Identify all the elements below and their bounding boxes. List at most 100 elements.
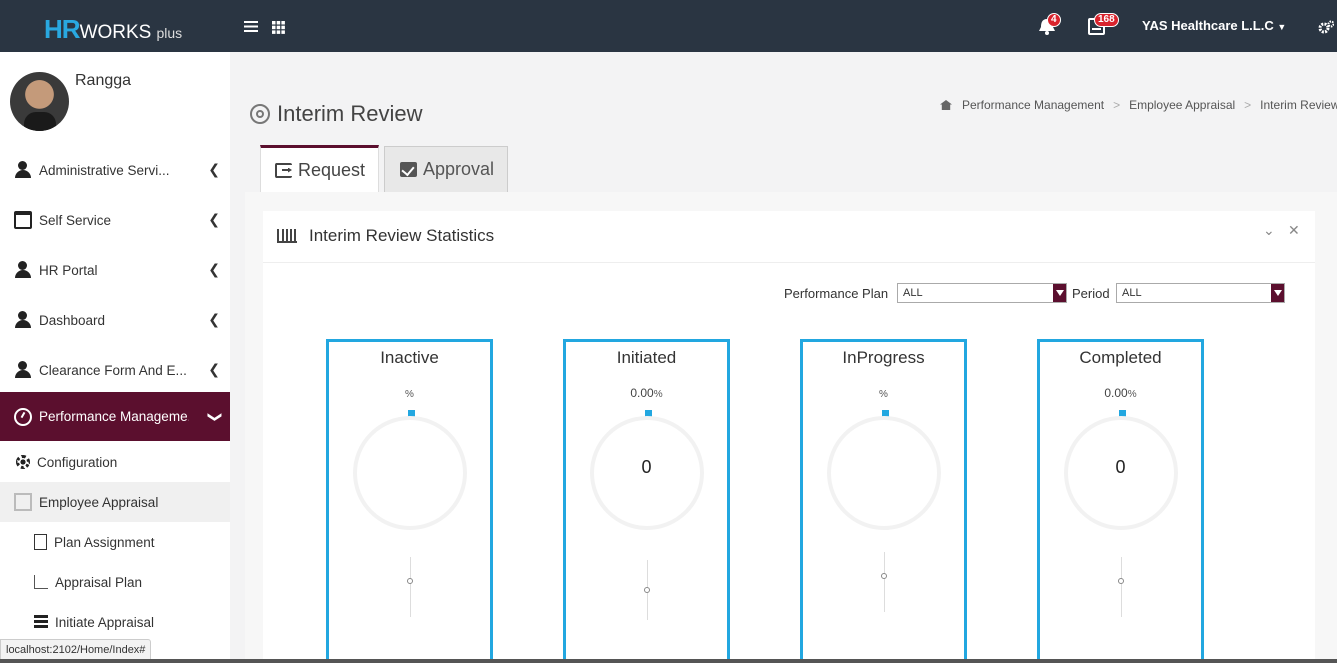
gift-icon [14,493,32,511]
performance-plan-select[interactable]: ALL [897,283,1067,303]
chevron-left-icon: ❮ [208,262,220,278]
check-square-icon [400,162,417,177]
panel-title: Interim Review Statistics [277,226,494,246]
collapse-icon[interactable]: ⌄ [1263,223,1275,239]
user-avatar[interactable] [10,72,69,131]
performance-plan-label: Performance Plan [784,286,889,301]
stat-percent-unit: % [879,389,888,400]
stat-percent: % [329,386,490,400]
stat-percent: 0.00% [1040,386,1201,400]
stat-point: 0 [1118,578,1124,584]
stat-title: Completed [1079,348,1162,367]
sidebar-item-clearance-form[interactable]: Clearance Form And E... ❮ [0,350,230,390]
period-value: ALL [1122,287,1142,299]
panel-header: Interim Review Statistics ⌄ ✕ [263,211,1315,263]
sidebar-subitem-configuration[interactable]: Configuration [0,442,230,482]
sign-in-icon [275,162,292,178]
hamburger-icon [244,21,258,32]
sidebar-item-dashboard[interactable]: Dashboard ❮ [0,300,230,340]
stat-title: Initiated [616,348,677,367]
stat-count: 0 [1115,457,1126,477]
stat-percent-value: 0.00 [630,386,654,400]
sidebar-subitem-label: Appraisal Plan [55,574,143,590]
stat-card-completed: Completed 0.00% 0 0 [1037,339,1204,663]
user-name: Rangga [75,72,132,89]
period-select[interactable]: ALL [1116,283,1285,303]
document-icon [34,534,47,550]
messages-badge: 168 [1094,13,1119,27]
stat-title: InProgress [842,348,925,367]
top-navbar: HRWORKS plus 4 168 YAS Healthcare L.L.C … [0,0,1337,52]
line-chart-icon [34,575,48,589]
gears-icon [1318,20,1335,34]
sidebar-subitem-appraisal-plan[interactable]: Appraisal Plan [0,562,230,602]
sidebar-item-self-service[interactable]: Self Service ❮ [0,200,230,240]
period-label: Period [1072,286,1110,301]
stat-count: 0 [641,457,652,477]
breadcrumb-item[interactable]: Performance Management [962,98,1104,112]
breadcrumb-separator: > [1244,98,1252,112]
dashboard-icon [14,407,32,426]
chevron-left-icon: ❮ [208,162,220,178]
page-title-text: Interim Review [277,101,423,126]
caret-down-icon [1271,284,1284,302]
messages-button[interactable]: 168 [1088,13,1119,40]
sidebar-item-hr-portal[interactable]: HR Portal ❮ [0,250,230,290]
breadcrumb-separator: > [1113,98,1121,112]
chevron-down-icon: ❮ [206,410,223,423]
breadcrumb-item[interactable]: Employee Appraisal [1129,98,1235,112]
sidebar-item-administrative-services[interactable]: Administrative Servi... ❮ [0,150,230,190]
sidebar-item-label: Self Service [39,212,112,228]
caret-down-icon: ▼ [1277,22,1287,32]
logo-works: WORKS [79,22,152,43]
logo-hr: HR [44,14,81,44]
tab-label: Approval [423,159,495,179]
stat-card-initiated: Initiated 0.00% 0 0 [563,339,730,663]
stat-point: 0 [881,573,887,579]
bar-chart-icon [277,229,297,243]
user-clearance-icon [14,361,32,379]
stat-card-inactive: Inactive % 0 [326,339,493,663]
stat-sparkline [410,557,411,617]
menu-toggle-button[interactable] [244,18,258,37]
sidebar-subitem-employee-appraisal[interactable]: Employee Appraisal [0,482,230,522]
home-icon[interactable] [940,100,952,110]
sidebar-subitem-plan-assignment[interactable]: Plan Assignment [0,522,230,562]
stat-percent-unit: % [1127,389,1137,400]
breadcrumb-item-current: Interim Review [1260,98,1337,112]
stat-percent-value: 0.00 [1104,386,1128,400]
list-icon [34,615,48,629]
sidebar-item-label: HR Portal [39,262,98,278]
user-icon [14,311,32,329]
performance-plan-value: ALL [903,287,923,299]
settings-button[interactable] [1318,19,1335,38]
user-tie-icon [14,261,32,279]
apps-grid-button[interactable] [272,19,285,38]
target-icon [250,104,270,124]
chevron-left-icon: ❮ [208,212,220,228]
tab-approval[interactable]: Approval [384,146,508,193]
stat-card-inprogress: InProgress % 0 [800,339,967,663]
notifications-button[interactable]: 4 [1037,13,1061,39]
sidebar-subitem-initiate-appraisal[interactable]: Initiate Appraisal [0,602,230,642]
stat-percent-unit: % [405,389,414,400]
notifications-badge: 4 [1047,13,1061,27]
window-icon [14,211,32,229]
sidebar-item-performance-management[interactable]: Performance Manageme... ❮ [0,392,230,441]
close-icon[interactable]: ✕ [1288,223,1300,239]
sidebar-subitem-label: Initiate Appraisal [55,614,155,630]
stat-title: Inactive [380,348,439,367]
stat-gauge [827,416,941,530]
app-logo[interactable]: HRWORKS plus [44,14,182,45]
browser-status-url: localhost:2102/Home/Index# [0,639,152,661]
stat-point: 0 [644,587,650,593]
sidebar-subitem-label: Plan Assignment [54,534,155,550]
stat-sparkline [1121,557,1122,617]
grid-icon [272,21,285,34]
window-bottom-edge [0,659,1337,663]
tab-request[interactable]: Request [260,145,379,192]
logo-plus: plus [156,25,183,41]
company-dropdown[interactable]: YAS Healthcare L.L.C ▼ [1142,18,1286,33]
company-name: YAS Healthcare L.L.C [1142,18,1274,33]
stat-sparkline [884,552,885,612]
